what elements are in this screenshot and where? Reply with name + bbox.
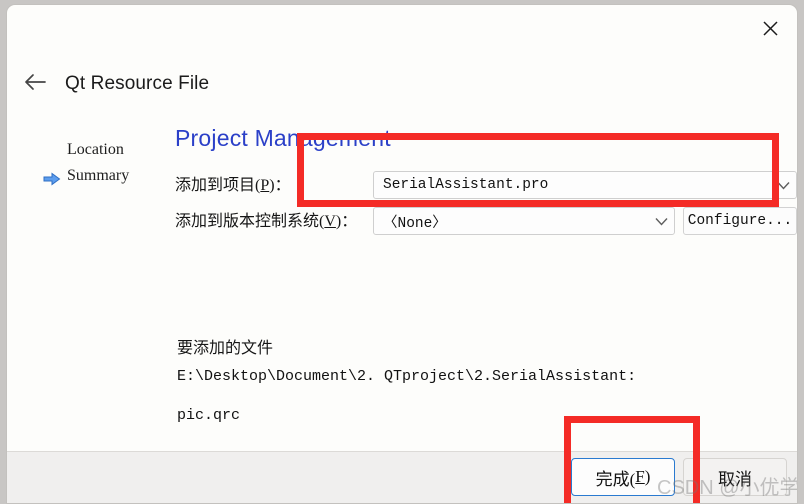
back-button[interactable] — [15, 64, 55, 104]
sidebar-item-location[interactable]: Location — [7, 137, 159, 163]
close-button[interactable] — [749, 11, 791, 45]
finish-button[interactable]: 完成(F) — [571, 458, 675, 496]
arrow-left-icon — [23, 73, 47, 96]
add-to-vcs-value: 〈None〉 — [383, 215, 447, 232]
configure-button[interactable]: Configure... — [683, 207, 797, 235]
wizard-dialog: Qt Resource File Location Summary Projec… — [6, 4, 798, 504]
close-icon — [762, 20, 779, 37]
wizard-steps-sidebar: Location Summary — [7, 137, 159, 189]
files-to-add-heading: 要添加的文件 — [177, 340, 274, 357]
sidebar-item-summary[interactable]: Summary — [7, 163, 159, 189]
sidebar-item-label: Summary — [67, 167, 130, 184]
finish-button-label: 完成( — [595, 469, 636, 489]
add-to-vcs-label: 添加到版本控制系统(V)： — [175, 213, 358, 230]
dialog-footer: 完成(F) 取消 — [7, 451, 797, 503]
files-to-add-path: E:\Desktop\Document\2. QTproject\2.Seria… — [177, 368, 637, 385]
section-title: Project Management — [175, 125, 391, 151]
add-to-vcs-combobox[interactable]: 〈None〉 — [373, 207, 675, 235]
cancel-button[interactable]: 取消 — [683, 458, 787, 496]
add-to-project-value: SerialAssistant.pro — [383, 177, 549, 193]
wizard-header: Qt Resource File — [7, 63, 797, 105]
chevron-down-icon — [648, 217, 674, 226]
add-to-project-row: 添加到项目(P)： — [175, 171, 291, 195]
sidebar-item-label: Location — [67, 141, 124, 158]
page-title: Qt Resource File — [65, 73, 210, 94]
add-to-vcs-row: 添加到版本控制系统(V)： — [175, 207, 357, 231]
files-to-add-filename: pic.qrc — [177, 407, 241, 424]
add-to-project-label: 添加到项目(P)： — [175, 177, 291, 194]
add-to-project-combobox[interactable]: SerialAssistant.pro — [373, 171, 797, 199]
current-step-arrow-icon — [43, 169, 61, 186]
chevron-down-icon — [770, 181, 796, 190]
